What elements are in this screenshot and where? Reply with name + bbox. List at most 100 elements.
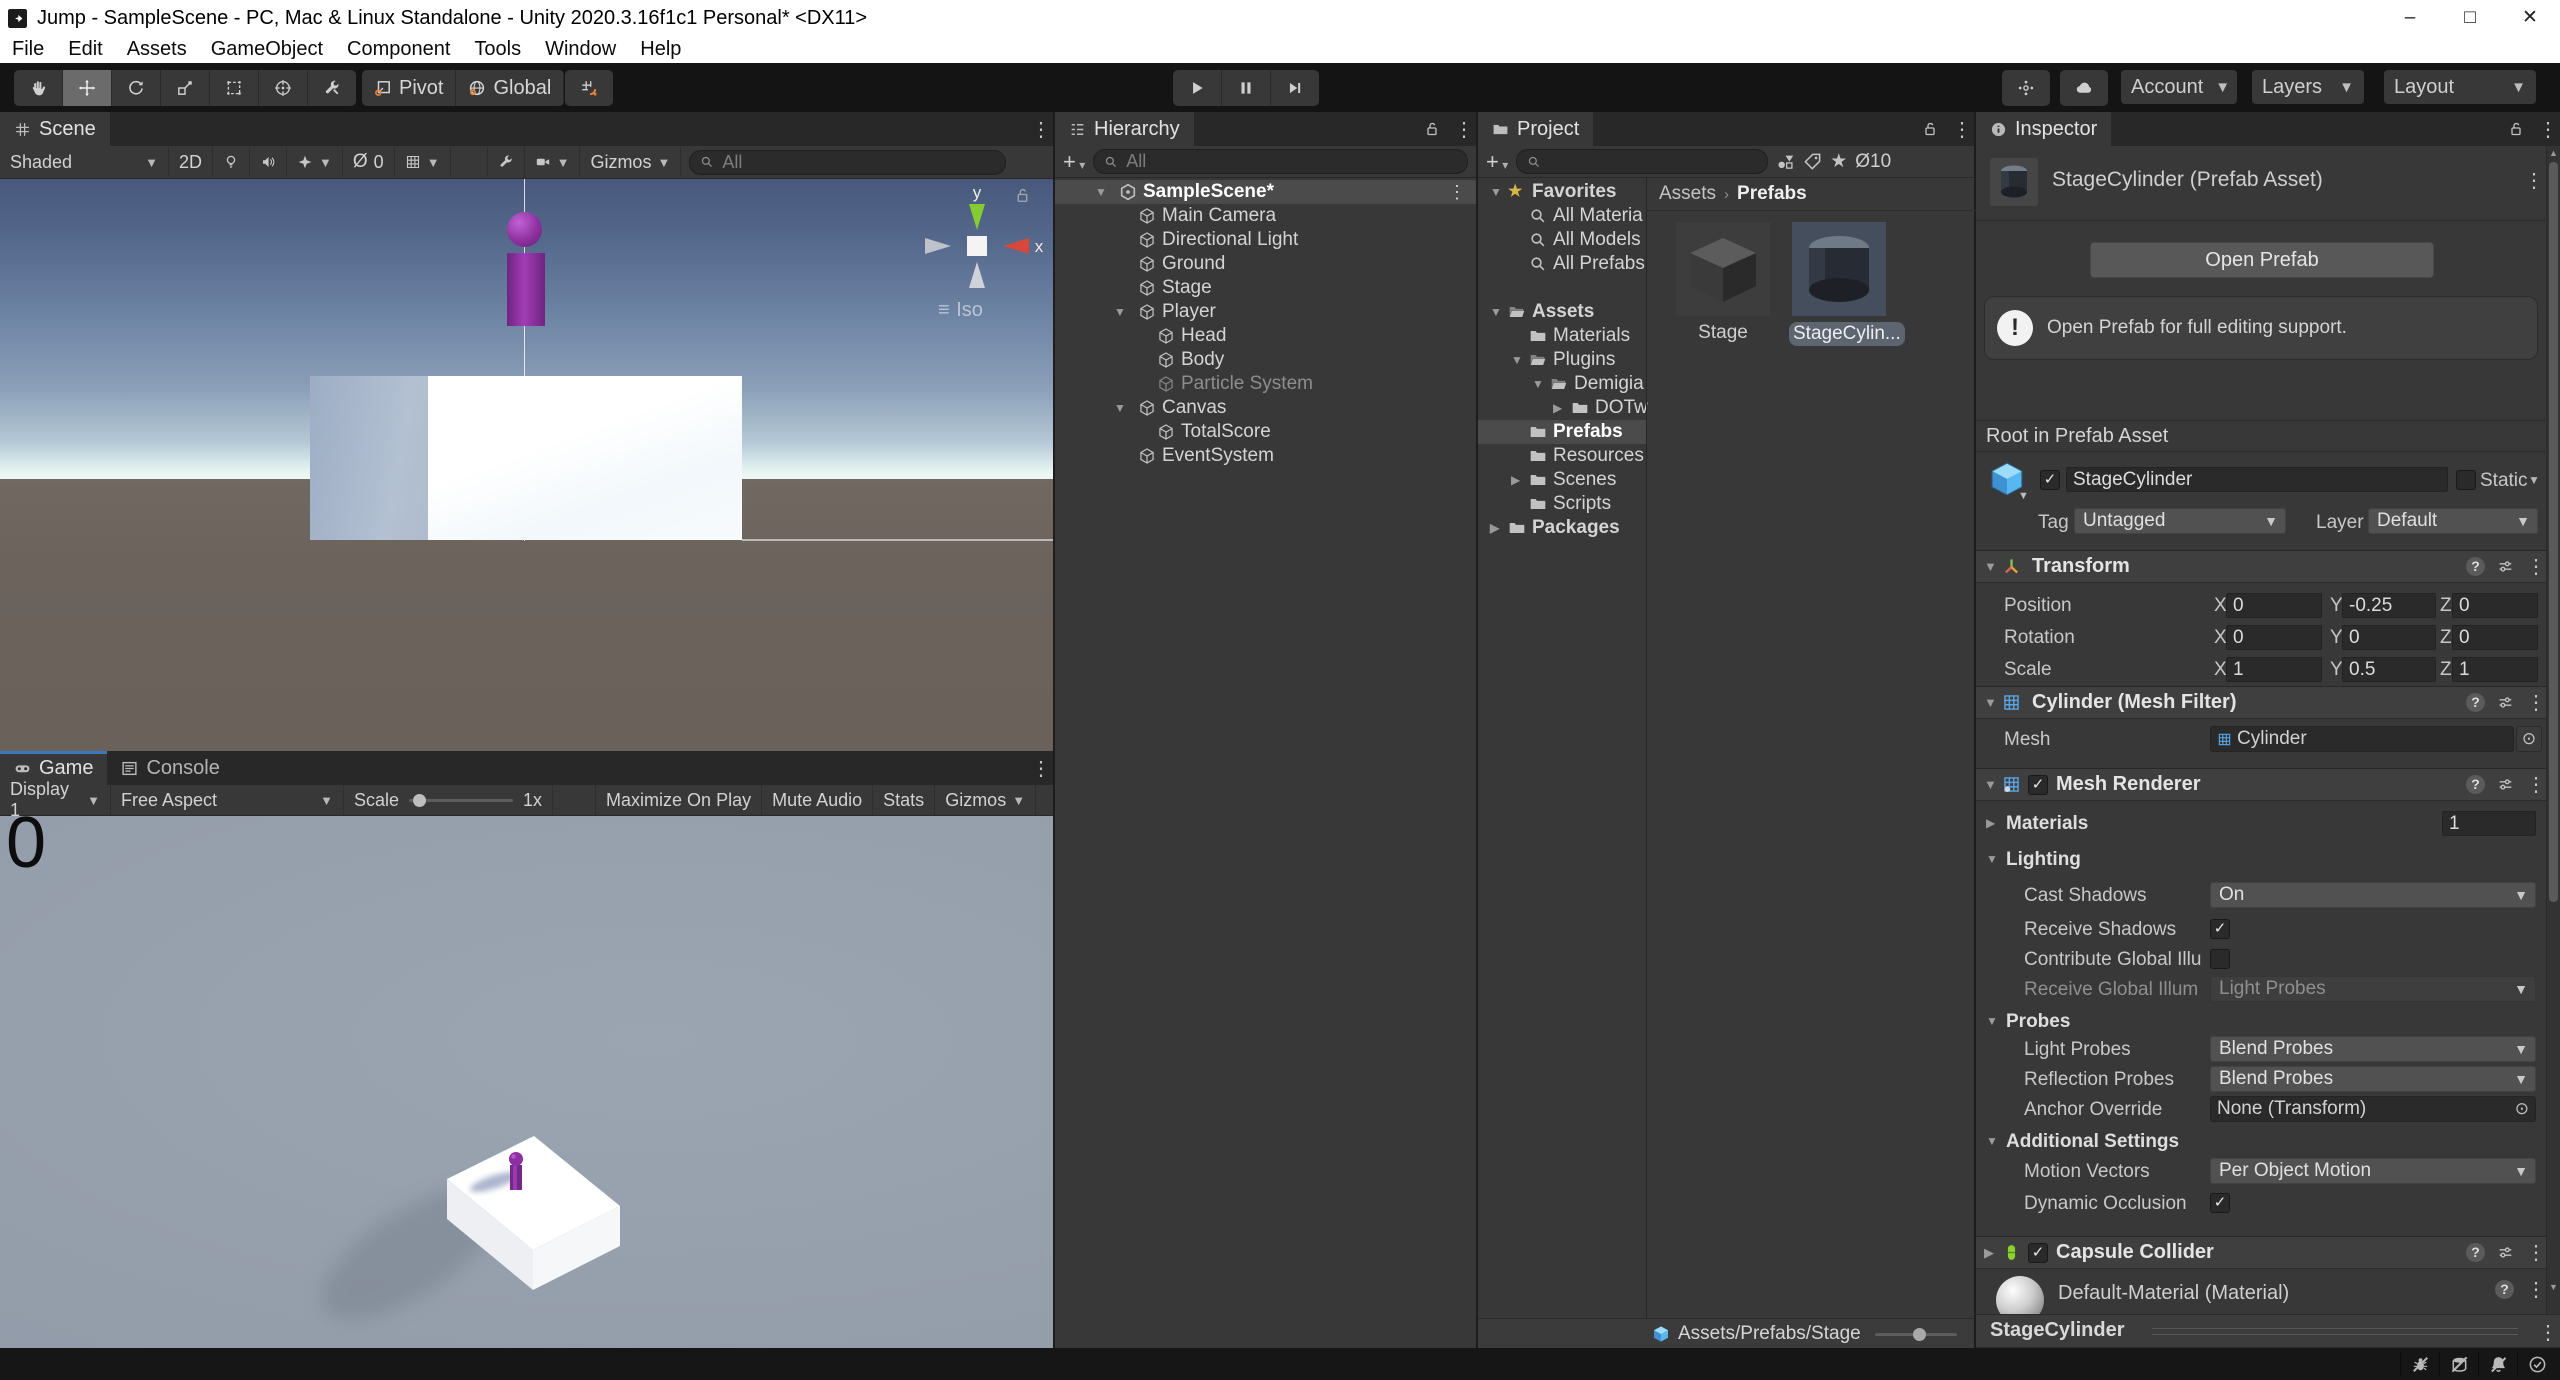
additional-settings-label[interactable]: Additional Settings <box>2006 1128 2179 1155</box>
menu-tools[interactable]: Tools <box>462 38 533 61</box>
axis-y-cone[interactable] <box>969 204 985 230</box>
scale-slider-knob[interactable] <box>413 794 426 807</box>
component-kebab[interactable]: ⋮ <box>2526 1240 2540 1265</box>
axis-x-cone[interactable] <box>1003 238 1029 254</box>
menu-window[interactable]: Window <box>533 38 628 61</box>
position-y-field[interactable]: -0.25 <box>2342 593 2436 618</box>
dynamic-occlusion-checkbox[interactable]: ✓ <box>2210 1193 2230 1213</box>
expand-arrow-icon[interactable]: ▼ <box>1490 300 1502 324</box>
stats-toggle[interactable]: Stats <box>873 785 935 815</box>
hand-tool-button[interactable] <box>14 70 63 106</box>
contribute-gi-checkbox[interactable] <box>2210 949 2230 969</box>
object-picker-icon[interactable]: ⊙ <box>2516 726 2542 752</box>
foldout-arrow[interactable]: ▼ <box>1986 1128 1998 1155</box>
cast-shadows-dropdown[interactable]: On▼ <box>2210 882 2536 908</box>
help-icon[interactable]: ? <box>2466 775 2485 794</box>
static-checkbox[interactable] <box>2456 470 2476 490</box>
scale-slider[interactable] <box>409 799 513 802</box>
play-button[interactable] <box>1173 70 1222 106</box>
rotation-x-field[interactable]: 0 <box>2226 625 2322 650</box>
preset-icon[interactable] <box>2497 1244 2514 1261</box>
global-toggle[interactable]: Global <box>456 70 564 106</box>
inspector-scrollbar[interactable]: ▲ ▼ <box>2546 146 2560 1318</box>
player-head[interactable] <box>507 212 542 247</box>
scrollbar-thumb[interactable] <box>2549 162 2558 902</box>
asset-item-stage[interactable]: Stage <box>1673 222 1773 344</box>
cube-thumbnail[interactable] <box>1676 222 1770 316</box>
scene-camera-dropdown[interactable]: ▼ <box>525 147 581 177</box>
project-folder-scenes[interactable]: ▶Scenes <box>1478 468 1646 492</box>
light-probes-dropdown[interactable]: Blend Probes▼ <box>2210 1036 2536 1062</box>
expand-arrow-icon[interactable]: ▶ <box>1511 468 1520 492</box>
maximize-button[interactable]: □ <box>2440 0 2500 36</box>
hierarchy-search-input[interactable] <box>1124 150 1457 173</box>
scene-search-input[interactable] <box>720 151 995 174</box>
material-kebab[interactable]: ⋮ <box>2526 1277 2540 1302</box>
lock-open-icon[interactable] <box>2508 121 2524 137</box>
component-kebab[interactable]: ⋮ <box>2526 554 2540 579</box>
transform-component-header[interactable]: ▼ Transform ? ⋮ <box>1976 550 2546 583</box>
minimize-button[interactable]: – <box>2380 0 2440 36</box>
scene-viewport[interactable]: y x ≡ Iso <box>0 179 1053 751</box>
help-icon[interactable]: ? <box>2466 693 2485 712</box>
preset-icon[interactable] <box>2497 694 2514 711</box>
shading-mode-dropdown[interactable]: Shaded▼ <box>0 147 169 177</box>
expand-arrow-icon[interactable]: ▶ <box>1490 516 1499 540</box>
breadcrumb-prefabs[interactable]: Prefabs <box>1737 183 1807 205</box>
project-folder-all-materia[interactable]: All Materia <box>1478 204 1646 228</box>
hierarchy-item-stage[interactable]: Stage <box>1055 276 1476 300</box>
hierarchy-item-samplescene[interactable]: ▼SampleScene*⋮ <box>1055 180 1476 204</box>
inspector-menu-kebab[interactable]: ⋮ <box>2538 117 2552 142</box>
transform-tool-button[interactable] <box>259 70 308 106</box>
hierarchy-item-head[interactable]: Head <box>1055 324 1476 348</box>
meshfilter-component-header[interactable]: ▼ Cylinder (Mesh Filter) ? ⋮ <box>1976 686 2546 719</box>
tag-dropdown[interactable]: Untagged▼ <box>2074 508 2286 534</box>
gameobject-name-field[interactable] <box>2066 467 2448 492</box>
capsule-collider-header[interactable]: ▶ ✓ Capsule Collider ? ⋮ <box>1976 1236 2546 1269</box>
foldout-arrow[interactable]: ▶ <box>1984 1245 1994 1261</box>
account-dropdown[interactable]: Account▼ <box>2121 70 2237 104</box>
scene-tools-button[interactable] <box>487 147 525 177</box>
player-body[interactable] <box>507 253 545 326</box>
expand-arrow-icon[interactable]: ▼ <box>1114 396 1126 420</box>
tab-scene[interactable]: Scene <box>0 112 110 146</box>
debugger-detach-icon[interactable] <box>2400 1351 2439 1377</box>
pause-button[interactable] <box>1222 70 1271 106</box>
scene-effects-dropdown[interactable]: ▼ <box>287 147 343 177</box>
expand-arrow-icon[interactable]: ▼ <box>1490 180 1502 204</box>
tab-console[interactable]: Console <box>107 751 233 785</box>
grid-snap-button[interactable] <box>565 70 613 106</box>
materials-count-field[interactable]: 1 <box>2442 811 2536 836</box>
layers-dropdown[interactable]: Layers▼ <box>2252 70 2364 104</box>
mute-audio-toggle[interactable]: Mute Audio <box>762 785 873 815</box>
project-folder-plugins[interactable]: ▼Plugins <box>1478 348 1646 372</box>
expand-arrow-icon[interactable]: ▼ <box>1532 372 1544 396</box>
mesh-object-field[interactable]: Cylinder <box>2210 726 2514 752</box>
active-checkbox[interactable]: ✓ <box>2040 470 2060 490</box>
scale-z-field[interactable]: 1 <box>2452 657 2538 682</box>
tab-inspector[interactable]: Inspector <box>1976 112 2111 146</box>
scale-y-field[interactable]: 0.5 <box>2342 657 2436 682</box>
motion-vectors-dropdown[interactable]: Per Object Motion▼ <box>2210 1158 2536 1184</box>
lock-open-icon[interactable] <box>1922 121 1938 137</box>
preset-icon[interactable] <box>2497 558 2514 575</box>
game-menu-kebab[interactable]: ⋮ <box>1031 756 1045 781</box>
menu-gameobject[interactable]: GameObject <box>199 38 335 61</box>
scene-context-kebab[interactable]: ⋮ <box>1448 180 1466 204</box>
aspect-dropdown[interactable]: Free Aspect▼ <box>111 785 344 815</box>
scene-orientation-gizmo[interactable]: y x <box>917 186 1047 306</box>
favorites-star-icon[interactable]: ★ <box>1830 150 1847 173</box>
project-folder-packages[interactable]: ▶Packages <box>1478 516 1646 540</box>
pivot-toggle[interactable]: Pivot <box>362 70 456 106</box>
breadcrumb-assets[interactable]: Assets <box>1659 183 1716 205</box>
hierarchy-item-body[interactable]: Body <box>1055 348 1476 372</box>
maximize-on-play-toggle[interactable]: Maximize On Play <box>595 785 762 815</box>
move-tool-button[interactable] <box>63 70 112 106</box>
menu-component[interactable]: Component <box>335 38 462 61</box>
help-icon[interactable]: ? <box>2466 557 2485 576</box>
axis-neg-cone[interactable] <box>925 238 951 254</box>
thumbnail-size-slider[interactable] <box>1875 1333 1957 1336</box>
rotation-y-field[interactable]: 0 <box>2342 625 2436 650</box>
expand-arrow-icon[interactable]: ▼ <box>1095 180 1107 204</box>
asset-item-stagecylin[interactable]: StageCylin... <box>1789 222 1889 346</box>
